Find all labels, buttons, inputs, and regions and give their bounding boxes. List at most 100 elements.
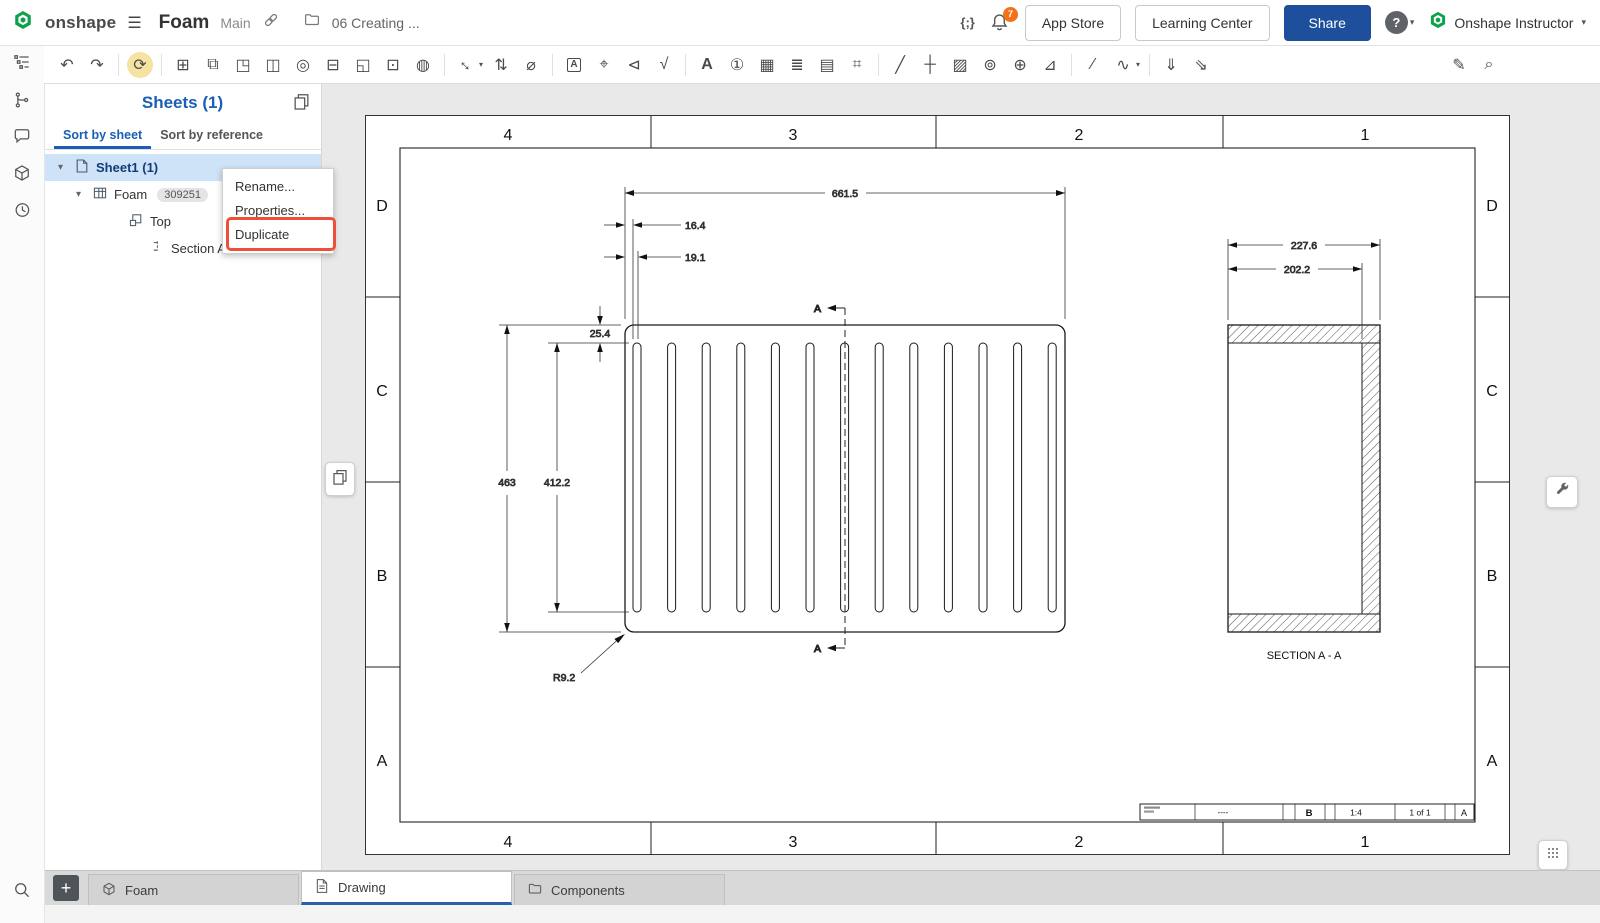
- table-icon[interactable]: ▦: [754, 52, 780, 78]
- chevron-down-icon[interactable]: ▾: [58, 162, 68, 173]
- dim-slot-top[interactable]: 25.4: [590, 328, 611, 340]
- learning-center-button[interactable]: Learning Center: [1135, 5, 1269, 41]
- undo-icon[interactable]: ↶: [54, 52, 80, 78]
- markup-icon[interactable]: ✎: [1446, 52, 1472, 78]
- user-menu-button[interactable]: Onshape Instructor ▾: [1428, 10, 1586, 35]
- detail-view-icon[interactable]: ◎: [290, 52, 316, 78]
- tab-sort-by-sheet[interactable]: Sort by sheet: [54, 122, 151, 149]
- dim-section-width[interactable]: 227.6: [1291, 240, 1317, 252]
- app-header: onshape ☰ Foam Main 06 Creating ... {;} …: [0, 0, 1600, 46]
- export-dxf-icon[interactable]: ⇓: [1158, 52, 1184, 78]
- onshape-logo-icon[interactable]: [12, 9, 34, 36]
- titleblock-sheet-count: 1 of 1: [1409, 808, 1431, 818]
- broken-view-icon[interactable]: ⊟: [320, 52, 346, 78]
- tree-item-label: Foam: [114, 187, 147, 202]
- chevron-down-icon[interactable]: ▾: [76, 189, 86, 200]
- help-menu-button[interactable]: ? ▾: [1385, 11, 1415, 34]
- chevron-down-icon: ▾: [1581, 17, 1586, 28]
- featurescript-notices-icon[interactable]: {;}: [960, 15, 974, 30]
- document-left-rail: [0, 46, 45, 923]
- notifications-button[interactable]: 7: [989, 12, 1011, 34]
- tab-drawing[interactable]: Drawing: [301, 871, 512, 905]
- ordinate-dimension-icon[interactable]: ⇅: [488, 52, 514, 78]
- sheets-panel-toggle-button[interactable]: [325, 462, 355, 496]
- geometric-tolerance-icon[interactable]: ⌖: [591, 52, 617, 78]
- show-hidden-edges-icon[interactable]: ◍: [410, 52, 436, 78]
- tools-flyout-button[interactable]: [1546, 476, 1578, 508]
- comments-icon[interactable]: [8, 122, 36, 150]
- diameter-dimension-icon[interactable]: ⌀: [518, 52, 544, 78]
- hole-table-icon[interactable]: ⌗: [844, 52, 870, 78]
- tree-item-label: Top: [150, 214, 171, 229]
- user-company-logo-icon: [1428, 10, 1448, 35]
- dim-slot-height[interactable]: 412.2: [544, 477, 570, 489]
- section-view-icon: [149, 239, 165, 258]
- projected-view-icon[interactable]: ⧉: [200, 52, 226, 78]
- outline-icon[interactable]: [8, 48, 36, 76]
- dimension-icon[interactable]: ↔: [448, 46, 485, 83]
- dim-height-total[interactable]: 463: [498, 477, 516, 489]
- tab-sort-by-reference[interactable]: Sort by reference: [151, 122, 272, 149]
- surface-finish-icon[interactable]: √: [651, 52, 677, 78]
- share-button[interactable]: Share: [1284, 5, 1371, 41]
- break-out-section-icon[interactable]: ◱: [350, 52, 376, 78]
- versions-icon[interactable]: [8, 86, 36, 114]
- export-image-icon[interactable]: ⇘: [1188, 52, 1214, 78]
- zone-label: 2: [1075, 834, 1084, 851]
- tab-foam-part-studio[interactable]: Foam: [88, 874, 299, 905]
- workspace-label[interactable]: Main: [220, 15, 250, 31]
- add-tab-button[interactable]: +: [53, 875, 79, 901]
- sheets-overview-icon[interactable]: [292, 92, 311, 116]
- chevron-down-icon: ▾: [1410, 17, 1415, 28]
- dim-width-total[interactable]: 661.5: [832, 188, 858, 200]
- dim-radius[interactable]: R9.2: [553, 672, 575, 684]
- gesture-hints-button[interactable]: [1538, 840, 1568, 870]
- measure-icon[interactable]: ⌕: [1476, 52, 1502, 78]
- bom-table-icon[interactable]: ≣: [784, 52, 810, 78]
- spline-icon[interactable]: ∿: [1110, 52, 1136, 78]
- menu-item-duplicate[interactable]: Duplicate: [223, 223, 333, 247]
- text-icon[interactable]: A: [694, 52, 720, 78]
- cosmetic-thread-icon[interactable]: ⊚: [977, 52, 1003, 78]
- share-link-icon[interactable]: [262, 11, 280, 34]
- history-icon[interactable]: [8, 196, 36, 224]
- search-icon[interactable]: [8, 876, 36, 904]
- menu-item-rename[interactable]: Rename...: [223, 175, 333, 199]
- spline-dropdown-caret[interactable]: ▾: [1136, 60, 1140, 69]
- zone-label: 1: [1361, 834, 1370, 851]
- toolbar-separator: [1149, 54, 1150, 76]
- cut-letter-top: A: [814, 303, 821, 315]
- auxiliary-view-icon[interactable]: ◳: [230, 52, 256, 78]
- dim-offset-a[interactable]: 16.4: [685, 220, 706, 232]
- note-icon-glyph: A: [567, 58, 580, 72]
- line-icon[interactable]: ∕: [1080, 52, 1106, 78]
- center-mark-icon[interactable]: ┼: [917, 52, 943, 78]
- parts-icon[interactable]: [8, 159, 36, 187]
- drawing-tab-icon: [314, 878, 330, 897]
- dim-offset-b[interactable]: 19.1: [685, 252, 706, 264]
- center-of-mass-icon[interactable]: ⊕: [1007, 52, 1033, 78]
- centerline-icon[interactable]: ╱: [887, 52, 913, 78]
- dim-section-inner[interactable]: 202.2: [1284, 264, 1310, 276]
- breadcrumb-folder[interactable]: 06 Creating ...: [332, 15, 420, 31]
- crop-view-icon[interactable]: ⊡: [380, 52, 406, 78]
- revision-table-icon[interactable]: ▤: [814, 52, 840, 78]
- section-view-label: SECTION A - A: [1267, 650, 1342, 662]
- section-view-icon[interactable]: ◫: [260, 52, 286, 78]
- balloon-icon[interactable]: ①: [724, 52, 750, 78]
- drawing-canvas[interactable]: 4 3 2 1 4 3 2 1 D C B A D C B A: [322, 84, 1600, 870]
- menu-item-properties[interactable]: Properties...: [223, 199, 333, 223]
- insert-view-icon[interactable]: ⊞: [170, 52, 196, 78]
- drawing-sheet[interactable]: 4 3 2 1 4 3 2 1 D C B A D C B A: [365, 115, 1510, 855]
- toolbar-separator: [118, 54, 119, 76]
- redo-icon[interactable]: ↷: [84, 52, 110, 78]
- weld-symbol-icon[interactable]: ⊿: [1037, 52, 1063, 78]
- titleblock-dwg: ----: [1218, 808, 1229, 817]
- update-views-icon[interactable]: ⟳: [127, 52, 153, 78]
- main-menu-button[interactable]: ☰: [127, 13, 141, 33]
- hatch-icon[interactable]: ▨: [947, 52, 973, 78]
- datum-icon[interactable]: ⊲: [621, 52, 647, 78]
- note-icon[interactable]: A: [561, 52, 587, 78]
- tab-components-folder[interactable]: Components: [514, 874, 725, 905]
- app-store-button[interactable]: App Store: [1025, 5, 1121, 41]
